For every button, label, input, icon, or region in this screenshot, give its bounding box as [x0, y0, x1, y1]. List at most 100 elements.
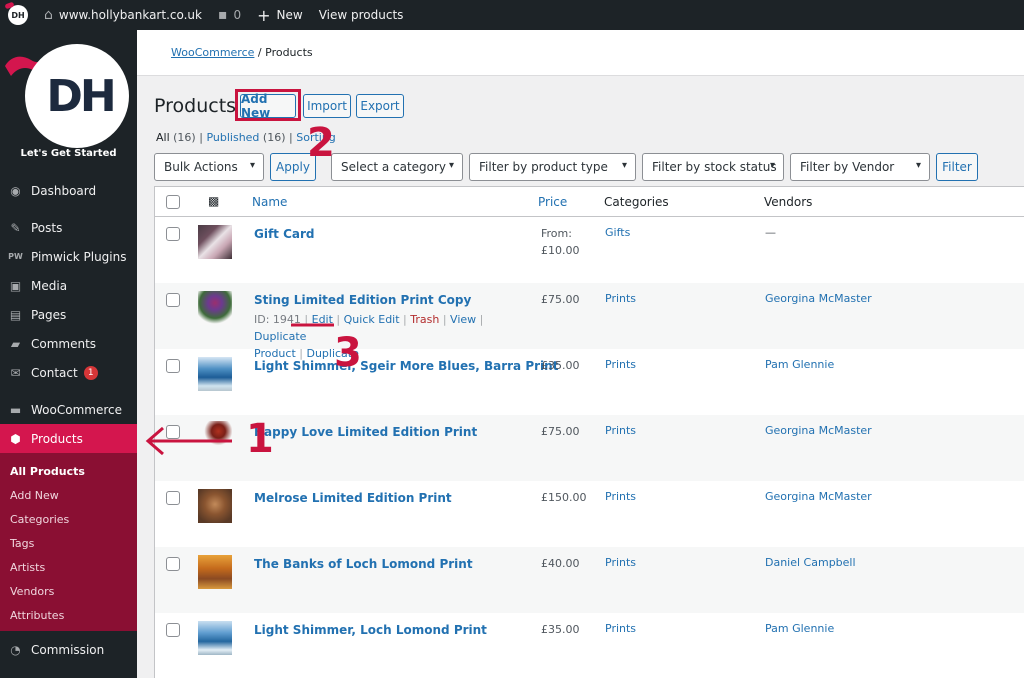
row-checkbox[interactable] — [166, 425, 180, 439]
submenu-attributes[interactable]: Attributes — [0, 603, 137, 627]
product-category-link[interactable]: Gifts — [605, 226, 630, 239]
product-category-link[interactable]: Prints — [605, 292, 636, 305]
filter-all[interactable]: All — [156, 131, 170, 144]
row-checkbox[interactable] — [166, 557, 180, 571]
annotation-number-two: 2 — [307, 120, 335, 166]
breadcrumb-current: Products — [265, 46, 313, 59]
comments-link[interactable]: ▪ 0 — [210, 0, 249, 30]
product-name-link[interactable]: Gift Card — [254, 227, 315, 241]
site-home-link[interactable]: ⌂ www.hollybankart.co.uk — [36, 0, 210, 30]
menu-products[interactable]: ⬢ Products — [0, 424, 137, 453]
view-link[interactable]: View — [450, 313, 476, 326]
stock-status-select[interactable]: Filter by stock status ▾ — [642, 153, 784, 181]
product-name-link[interactable]: The Banks of Loch Lomond Print — [254, 557, 473, 571]
product-vendor-link[interactable]: Pam Glennie — [765, 358, 834, 371]
bulk-actions-select[interactable]: Bulk Actions ▾ — [154, 153, 264, 181]
menu-pages[interactable]: ▤ Pages — [0, 300, 137, 329]
product-price: £75.00 — [541, 425, 580, 438]
menu-comments[interactable]: ▰ Comments — [0, 329, 137, 358]
product-thumbnail[interactable] — [198, 421, 232, 455]
row-checkbox[interactable] — [166, 227, 180, 241]
submenu-add-new[interactable]: Add New — [0, 483, 137, 507]
separator: | — [199, 131, 203, 144]
category-select[interactable]: Select a category ▾ — [331, 153, 463, 181]
breadcrumb-woocommerce-link[interactable]: WooCommerce — [171, 46, 254, 59]
breadcrumb: WooCommerce / Products — [171, 46, 313, 59]
product-name-link[interactable]: Light Shimmer, Loch Lomond Print — [254, 623, 487, 637]
product-category-link[interactable]: Prints — [605, 622, 636, 635]
product-vendor-link[interactable]: Daniel Campbell — [765, 556, 856, 569]
row-checkbox[interactable] — [166, 359, 180, 373]
annotation-number-one: 1 — [246, 416, 274, 462]
menu-media[interactable]: ▣ Media — [0, 271, 137, 300]
new-content-link[interactable]: + New — [249, 0, 311, 30]
product-vendor-link[interactable]: Georgina McMaster — [765, 424, 872, 437]
product-category-link[interactable]: Prints — [605, 490, 636, 503]
view-products-link[interactable]: View products — [311, 0, 412, 30]
menu-woocommerce[interactable]: ▬ WooCommerce — [0, 395, 137, 424]
vendor-select[interactable]: Filter by Vendor ▾ — [790, 153, 930, 181]
submenu-categories[interactable]: Categories — [0, 507, 137, 531]
filter-published[interactable]: Published — [206, 131, 259, 144]
product-name-link[interactable]: Happy Love Limited Edition Print — [254, 425, 477, 439]
contact-badge: 1 — [83, 365, 98, 380]
product-vendor-link[interactable]: Georgina McMaster — [765, 490, 872, 503]
product-type-value: Filter by product type — [479, 160, 608, 174]
edit-link[interactable]: Edit — [312, 313, 333, 326]
submenu-all-products[interactable]: All Products — [0, 459, 137, 483]
menu-posts[interactable]: ✎ Posts — [0, 213, 137, 242]
product-category-link[interactable]: Prints — [605, 358, 636, 371]
product-vendor-link[interactable]: Pam Glennie — [765, 622, 834, 635]
logo-text: DH — [46, 70, 116, 122]
chevron-down-icon: ▾ — [249, 160, 255, 171]
product-name-link[interactable]: Light Shimmer, Sgeir More Blues, Barra P… — [254, 359, 558, 373]
pw-icon: PW — [8, 252, 23, 261]
filter-button[interactable]: Filter — [936, 153, 978, 181]
table-row: Melrose Limited Edition Print £150.00 Pr… — [155, 481, 1024, 547]
import-button[interactable]: Import — [303, 94, 351, 118]
quick-edit-link[interactable]: Quick Edit — [344, 313, 400, 326]
column-name[interactable]: Name — [252, 195, 287, 209]
product-thumbnail[interactable] — [198, 621, 232, 655]
comment-bubble-icon: ▪ — [217, 7, 228, 23]
product-thumbnail[interactable] — [198, 357, 232, 391]
menu-dashboard[interactable]: ◉ Dashboard — [0, 176, 137, 205]
vendor-value: Filter by Vendor — [800, 160, 895, 174]
product-thumbnail[interactable] — [198, 291, 232, 325]
table-row: Sting Limited Edition Print Copy ID: 194… — [155, 283, 1024, 360]
trash-link[interactable]: Trash — [410, 313, 439, 326]
duplicate-link[interactable]: Duplicate — [254, 330, 306, 343]
menu-label: Commission — [31, 642, 105, 657]
row-checkbox[interactable] — [166, 293, 180, 307]
submenu-artists[interactable]: Artists — [0, 555, 137, 579]
column-categories: Categories — [604, 195, 669, 209]
export-button[interactable]: Export — [356, 94, 404, 118]
product-category-link[interactable]: Prints — [605, 424, 636, 437]
chevron-down-icon: ▾ — [448, 160, 454, 171]
product-name-link[interactable]: Melrose Limited Edition Print — [254, 491, 452, 505]
product-category-link[interactable]: Prints — [605, 556, 636, 569]
select-all-checkbox[interactable] — [166, 195, 180, 209]
menu-label: Dashboard — [31, 183, 97, 198]
column-price[interactable]: Price — [538, 195, 567, 209]
price-value: £10.00 — [541, 244, 580, 257]
row-checkbox[interactable] — [166, 623, 180, 637]
product-vendor-link[interactable]: Georgina McMaster — [765, 292, 872, 305]
menu-contact[interactable]: ✉ Contact 1 — [0, 358, 137, 387]
product-price: £35.00 — [541, 359, 580, 372]
menu-label: Pages — [31, 307, 67, 322]
submenu-tags[interactable]: Tags — [0, 531, 137, 555]
menu-label: WooCommerce — [31, 402, 122, 417]
product-thumbnail[interactable] — [198, 225, 232, 259]
menu-pimwick-plugins[interactable]: PW Pimwick Plugins — [0, 242, 137, 271]
product-name-link[interactable]: Sting Limited Edition Print Copy — [254, 293, 471, 307]
product-thumbnail[interactable] — [198, 555, 232, 589]
site-logo-menu[interactable]: DH — [0, 0, 36, 30]
product-type-select[interactable]: Filter by product type ▾ — [469, 153, 636, 181]
product-thumbnail[interactable] — [198, 489, 232, 523]
menu-commission[interactable]: ◔ Commission — [0, 635, 137, 664]
submenu-vendors[interactable]: Vendors — [0, 579, 137, 603]
site-logo: DH — [25, 44, 129, 148]
row-checkbox[interactable] — [166, 491, 180, 505]
add-new-button[interactable]: Add New — [240, 92, 296, 120]
